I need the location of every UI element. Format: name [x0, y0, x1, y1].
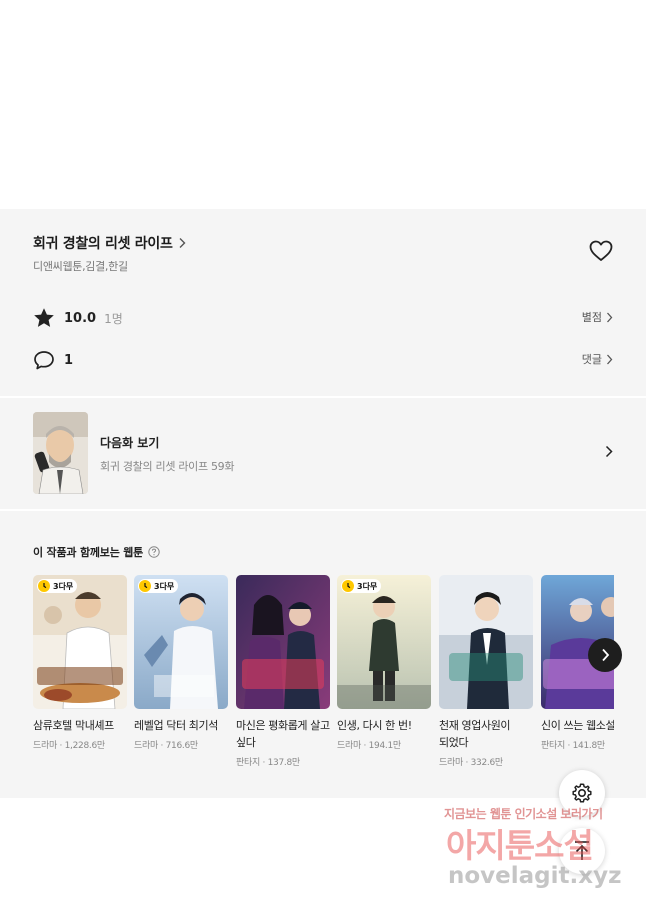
clock-icon: [38, 580, 50, 592]
work-authors: 디앤씨웹툰,김결,한길: [33, 260, 128, 273]
recommendation-meta: 판타지 · 141.8만: [541, 741, 605, 751]
rating-link[interactable]: 별점: [582, 309, 613, 325]
top-blank-area: [0, 0, 646, 209]
recommendation-cover: [439, 575, 533, 709]
badge-label: 3다무: [53, 581, 74, 591]
recommendations-section: 이 작품과 함께보는 웹툰 3다무 삼류호텔 막내셰프 드라마 · 1,228.…: [0, 511, 646, 798]
recommendation-card[interactable]: 3다무 인생, 다시 한 번! 드라마 · 194.1만: [337, 575, 431, 751]
recommendation-cover: 3다무: [33, 575, 127, 709]
settings-button[interactable]: [559, 770, 605, 816]
recommendations-carousel[interactable]: 3다무 삼류호텔 막내셰프 드라마 · 1,228.6만 3다무 레벨업 닥터 …: [33, 575, 614, 775]
next-episode-card[interactable]: 다음화 보기 회귀 경찰의 리셋 라이프 59화: [0, 398, 646, 509]
recommendation-meta: 드라마 · 1,228.6만: [33, 741, 105, 751]
badge-label: 3다무: [154, 581, 175, 591]
rating-row: 10.0 1명 별점: [33, 306, 613, 330]
recommendation-title: 인생, 다시 한 번!: [337, 719, 412, 732]
recommendations-heading: 이 작품과 함께보는 웹툰: [33, 546, 144, 559]
recommendation-title: 천재 영업사원이 되었다: [439, 719, 511, 749]
cover-art: [236, 575, 330, 709]
comment-row: 1 댓글: [33, 348, 613, 372]
cover-art: [33, 575, 127, 709]
recommendation-cover: [236, 575, 330, 709]
badge-label: 3다무: [357, 581, 378, 591]
comment-link-label: 댓글: [581, 353, 602, 366]
next-episode-thumbnail: [33, 412, 88, 494]
recommendation-meta: 드라마 · 194.1만: [337, 741, 401, 751]
webtoon-episode-end-page: 회귀 경찰의 리셋 라이프 디앤씨웹툰,김결,한길 10.0 1명 별점 1 댓…: [0, 0, 646, 915]
next-episode-subtitle: 회귀 경찰의 리셋 라이프 59화: [100, 460, 235, 473]
chevron-right-icon: [601, 648, 609, 662]
arrow-up-icon: [575, 841, 589, 860]
watermark: 지금보는 웹툰 인기소설 보러가기 아지툰소설 novelagit.xyz: [440, 805, 640, 910]
settings-icon: [572, 783, 592, 803]
recommendation-card[interactable]: 3다무 삼류호텔 막내셰프 드라마 · 1,228.6만: [33, 575, 127, 751]
next-episode-label: 다음화 보기: [100, 436, 160, 450]
work-title: 회귀 경찰의 리셋 라이프: [33, 236, 173, 252]
recommendation-card[interactable]: 천재 영업사원이 되었다 드라마 · 332.6만: [439, 575, 533, 768]
recommendation-card[interactable]: 마신은 평화롭게 살고 싶다 판타지 · 137.8만: [236, 575, 330, 768]
cover-art: [337, 575, 431, 709]
free-badge: 3다무: [341, 579, 382, 593]
recommendation-card[interactable]: 3다무 레벨업 닥터 최기석 드라마 · 716.6만: [134, 575, 228, 751]
work-title-link[interactable]: 회귀 경찰의 리셋 라이프: [33, 233, 187, 253]
recommendations-header: 이 작품과 함께보는 웹툰: [33, 544, 160, 560]
free-badge: 3다무: [37, 579, 78, 593]
recommendation-cover: 3다무: [134, 575, 228, 709]
rating-count: 1명: [104, 311, 123, 326]
cover-art: [439, 575, 533, 709]
clock-icon: [139, 580, 151, 592]
scroll-top-button[interactable]: [559, 828, 605, 874]
recommendation-meta: 드라마 · 332.6만: [439, 758, 503, 768]
recommendation-meta: 드라마 · 716.6만: [134, 741, 198, 751]
cover-art: [134, 575, 228, 709]
episode-thumbnail-art: [33, 412, 88, 494]
star-icon: [34, 308, 54, 327]
rating-value: 10.0: [64, 310, 97, 326]
info-panel: 회귀 경찰의 리셋 라이프 디앤씨웹툰,김결,한길 10.0 1명 별점 1 댓…: [0, 209, 646, 798]
chevron-right-icon: [607, 312, 613, 322]
recommendation-title: 레벨업 닥터 최기석: [134, 719, 218, 732]
recommendation-title: 삼류호텔 막내셰프: [33, 719, 114, 732]
chevron-right-icon: [605, 445, 613, 458]
comment-count: 1: [64, 352, 74, 368]
recommendation-title: 마신은 평화롭게 살고 싶다: [236, 719, 330, 749]
recommendation-cover: 3다무: [337, 575, 431, 709]
clock-icon: [342, 580, 354, 592]
free-badge: 3다무: [138, 579, 179, 593]
recommendation-meta: 판타지 · 137.8만: [236, 758, 300, 768]
carousel-next-button[interactable]: [588, 638, 622, 672]
work-info-section: 회귀 경찰의 리셋 라이프 디앤씨웹툰,김결,한길 10.0 1명 별점 1 댓…: [0, 209, 646, 396]
chevron-right-icon: [607, 354, 613, 364]
chevron-right-icon: [179, 238, 186, 248]
rating-link-label: 별점: [581, 311, 602, 324]
comment-icon: [34, 351, 54, 370]
heart-icon[interactable]: [589, 240, 613, 262]
help-icon[interactable]: [148, 546, 160, 558]
recommendation-title: 신이 쓰는 웹소설: [541, 719, 614, 732]
comment-link[interactable]: 댓글: [582, 351, 613, 367]
